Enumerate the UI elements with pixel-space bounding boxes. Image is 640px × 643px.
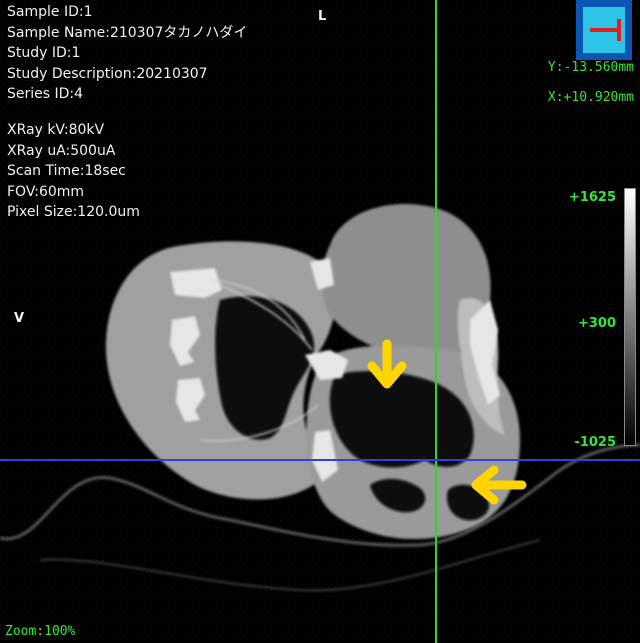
orientation-tool-button[interactable] — [576, 0, 632, 60]
annotation-arrow-down — [367, 339, 407, 389]
orientation-marker-top: L — [318, 9, 327, 24]
colorbar-max-label: +1625 — [568, 190, 616, 205]
colorbar-min-label: -1025 — [574, 435, 616, 450]
arrow-icon — [367, 339, 407, 389]
ct-viewer[interactable]: Sample ID:1 Sample Name:210307タカノハダイ Study… — [0, 0, 640, 643]
axial-plane-icon — [590, 19, 621, 41]
arrow-icon — [471, 465, 527, 505]
sample-id: Sample ID:1 — [7, 4, 93, 20]
coordinate-x-readout: X:+10.920mm — [547, 90, 634, 105]
xray-kv: XRay kV:80kV — [7, 122, 105, 138]
zoom-level: Zoom:100% — [5, 624, 76, 639]
scan-info-header: Sample ID:1 Sample Name:210307タカノハダイ Study… — [7, 2, 247, 105]
xray-ua: XRay uA:500uA — [7, 142, 116, 159]
coordinate-y-readout: Y:-13.560mm — [547, 60, 634, 75]
colorbar-mid-label: +300 — [577, 316, 616, 331]
crosshair-horizontal[interactable] — [0, 459, 640, 461]
fov: FOV:60mm — [7, 183, 85, 200]
annotation-arrow-left — [471, 465, 527, 505]
series-id: Series ID:4 — [7, 86, 84, 103]
study-description: Study Description:20210307 — [7, 65, 208, 82]
crosshair-vertical[interactable] — [435, 0, 437, 643]
window-level-colorbar[interactable] — [624, 188, 636, 446]
sample-name: Sample Name:210307タカノハダイ — [7, 24, 248, 41]
scan-time: Scan Time:18sec — [7, 163, 126, 180]
scan-parameters: XRay kV:80kV XRay uA:500uA Scan Time:18sec… — [7, 120, 140, 223]
orientation-marker-left: V — [14, 311, 25, 326]
pixel-size: Pixel Size:120.0um — [7, 204, 140, 221]
study-id: Study ID:1 — [7, 45, 81, 62]
